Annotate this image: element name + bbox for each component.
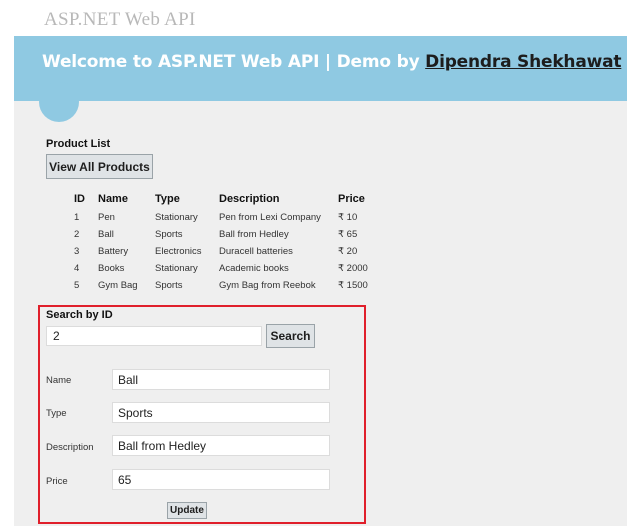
name-field[interactable] — [112, 369, 330, 390]
product-list-heading: Product List — [46, 138, 111, 150]
table-row: 1 Pen Stationary Pen from Lexi Company ₹… — [70, 209, 388, 226]
search-heading: Search by ID — [46, 309, 113, 321]
price-field[interactable] — [112, 469, 330, 490]
table-header-row: ID Name Type Description Price — [70, 193, 388, 209]
cell-name: Ball — [98, 229, 114, 240]
banner-decoration — [39, 82, 79, 122]
column-header-description: Description — [219, 193, 280, 205]
price-label: Price — [46, 476, 68, 487]
table-row: 5 Gym Bag Sports Gym Bag from Reebok ₹ 1… — [70, 277, 388, 294]
column-header-name: Name — [98, 193, 128, 205]
name-label: Name — [46, 375, 72, 386]
cell-description: Gym Bag from Reebok — [219, 280, 316, 291]
cell-id: 3 — [74, 246, 80, 257]
type-label: Type — [46, 408, 67, 419]
cell-type: Stationary — [155, 263, 198, 274]
table-row: 3 Battery Electronics Duracell batteries… — [70, 243, 388, 260]
cell-type: Electronics — [155, 246, 202, 257]
cell-id: 5 — [74, 280, 80, 291]
banner-title: Welcome to ASP.NET Web API | Demo by Dip… — [42, 52, 622, 72]
cell-id: 1 — [74, 212, 80, 223]
cell-type: Sports — [155, 229, 183, 240]
cell-description: Ball from Hedley — [219, 229, 289, 240]
products-table: ID Name Type Description Price 1 Pen Sta… — [70, 193, 388, 294]
cell-name: Battery — [98, 246, 129, 257]
cell-id: 4 — [74, 263, 80, 274]
cell-description: Pen from Lexi Company — [219, 212, 321, 223]
view-all-products-button[interactable]: View All Products — [46, 154, 153, 179]
column-header-id: ID — [74, 193, 85, 205]
banner-text: Welcome to ASP.NET Web API | Demo by — [42, 52, 426, 72]
cell-name: Books — [98, 263, 125, 274]
type-field[interactable] — [112, 402, 330, 423]
cell-price: ₹ 65 — [338, 229, 358, 240]
column-header-price: Price — [338, 193, 365, 205]
cell-type: Sports — [155, 280, 183, 291]
author-link[interactable]: Dipendra Shekhawat — [425, 52, 621, 72]
cell-description: Duracell batteries — [219, 246, 293, 257]
description-field[interactable] — [112, 435, 330, 456]
description-label: Description — [46, 442, 94, 453]
cell-id: 2 — [74, 229, 80, 240]
cell-type: Stationary — [155, 212, 198, 223]
site-title: ASP.NET Web API — [44, 9, 196, 30]
cell-name: Gym Bag — [98, 280, 138, 291]
cell-price: ₹ 1500 — [338, 280, 368, 291]
cell-price: ₹ 10 — [338, 212, 358, 223]
update-button[interactable]: Update — [167, 502, 207, 519]
cell-price: ₹ 2000 — [338, 263, 368, 274]
table-row: 2 Ball Sports Ball from Hedley ₹ 65 — [70, 226, 388, 243]
column-header-type: Type — [155, 193, 180, 205]
table-row: 4 Books Stationary Academic books ₹ 2000 — [70, 260, 388, 277]
cell-price: ₹ 20 — [338, 246, 358, 257]
search-id-input[interactable] — [46, 326, 262, 346]
cell-name: Pen — [98, 212, 115, 223]
search-button[interactable]: Search — [266, 324, 315, 348]
cell-description: Academic books — [219, 263, 289, 274]
